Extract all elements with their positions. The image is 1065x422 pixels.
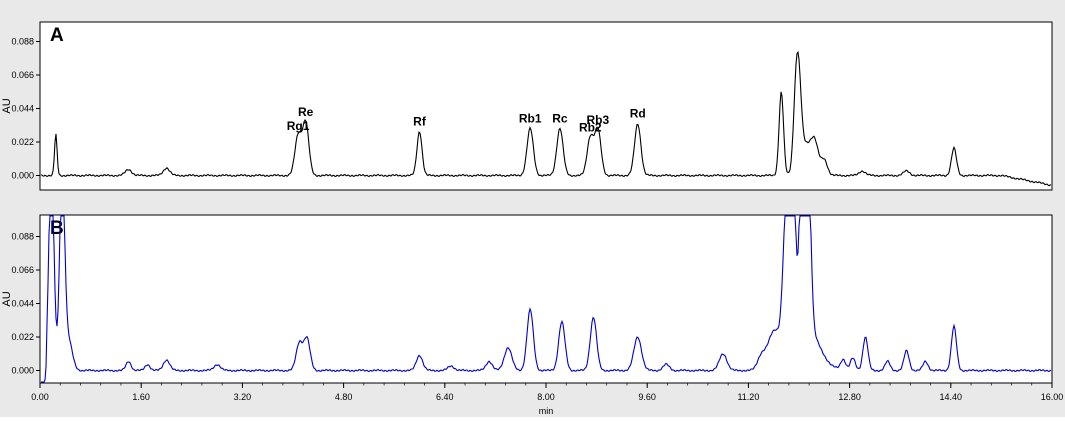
y-tick-label: 0.088 bbox=[11, 37, 34, 47]
x-tick-label: 16.00 bbox=[1041, 392, 1064, 402]
x-tick-label: 14.40 bbox=[940, 392, 963, 402]
y-axis-label: AU bbox=[1, 98, 13, 113]
peak-label-rc: Rc bbox=[552, 111, 568, 125]
panel-label: B bbox=[50, 218, 64, 239]
peak-label-rb3: Rb3 bbox=[587, 113, 610, 127]
x-tick-label: 12.80 bbox=[838, 392, 861, 402]
peak-label-rd: Rd bbox=[630, 107, 646, 121]
peak-label-re: Re bbox=[298, 105, 314, 119]
y-tick-label: 0.022 bbox=[11, 332, 34, 342]
x-tick-label: 4.80 bbox=[335, 392, 353, 402]
y-axis-label: AU bbox=[1, 291, 13, 306]
y-tick-label: 0.000 bbox=[11, 171, 34, 181]
x-tick-label: 11.20 bbox=[737, 392, 759, 402]
peak-label-rg1: Rg1 bbox=[287, 119, 310, 133]
chromatogram-svg: 0.000 0.022 0.044 0.066 0.088 AU A Rg1Re Rf Rb1 Rc… bbox=[1, 21, 1064, 416]
y-tick-label: 0.000 bbox=[11, 366, 34, 376]
x-axis-label: min bbox=[539, 406, 554, 416]
chromatogram-figure: 0.000 0.022 0.044 0.066 0.088 AU A Rg1 Re Rf Rb1 Rc… bbox=[0, 0, 1065, 417]
peak-label-rb1: Rb1 bbox=[519, 111, 542, 125]
peak-label-rf: Rf bbox=[413, 114, 427, 128]
y-tick-label: 0.044 bbox=[11, 104, 34, 114]
x-tick-label: 3.20 bbox=[234, 392, 252, 402]
x-tick-label: 8.00 bbox=[537, 392, 555, 402]
y-tick-label: 0.022 bbox=[11, 137, 34, 147]
x-tick-label: 0.00 bbox=[31, 392, 49, 402]
y-tick-label: 0.088 bbox=[11, 232, 34, 242]
y-tick-label: 0.066 bbox=[11, 70, 34, 80]
plot-area-A bbox=[39, 21, 1053, 191]
x-tick-label: 9.60 bbox=[638, 392, 656, 402]
y-tick-label: 0.044 bbox=[11, 299, 34, 309]
panel-label: A bbox=[50, 25, 64, 46]
x-tick-label: 6.40 bbox=[436, 392, 454, 402]
x-tick-label: 1.60 bbox=[132, 392, 150, 402]
y-tick-label: 0.066 bbox=[11, 265, 34, 275]
plot-area-B bbox=[39, 214, 1053, 384]
